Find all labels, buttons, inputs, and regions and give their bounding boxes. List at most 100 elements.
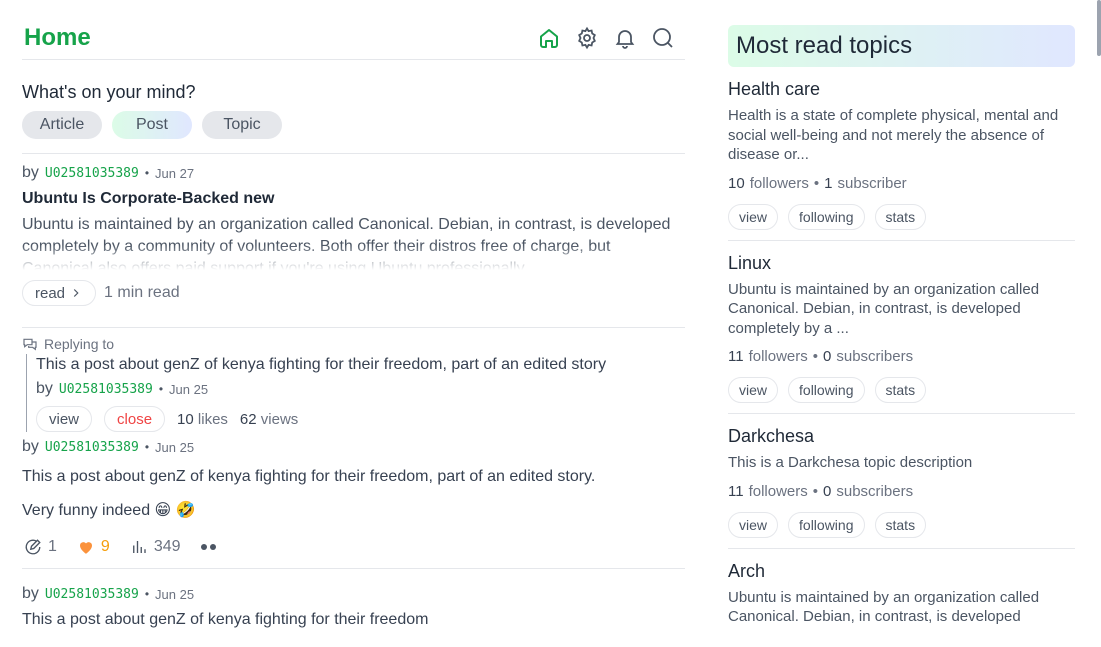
- topic-name[interactable]: Arch: [728, 561, 1075, 582]
- tab-article[interactable]: Article: [22, 111, 102, 139]
- read-time: 1 min read: [104, 284, 180, 301]
- post-meta: by U02581035389 • Jun 25: [22, 438, 685, 456]
- reply-count: 1: [48, 538, 57, 555]
- separator-dot: •: [158, 382, 164, 396]
- following-button[interactable]: following: [788, 511, 865, 538]
- replying-to-label: Replying to: [44, 336, 115, 352]
- post-sub: Very funny indeed 😁 🤣: [22, 502, 196, 519]
- bell-icon[interactable]: [613, 26, 637, 50]
- article-meta: by U02581035389 • Jun 27: [22, 164, 685, 182]
- likes-label: likes: [197, 410, 228, 428]
- followers-count: 11: [728, 482, 744, 500]
- replying-to-header: Replying to: [22, 336, 685, 352]
- like-stat[interactable]: 9: [77, 538, 110, 556]
- author-link[interactable]: U02581035389: [45, 587, 139, 602]
- read-button[interactable]: read: [22, 280, 97, 306]
- chat-icon: [23, 338, 37, 351]
- post-text[interactable]: This a post about genZ of kenya fighting…: [22, 468, 685, 486]
- tab-post[interactable]: Post: [112, 111, 192, 139]
- home-icon[interactable]: [537, 26, 561, 50]
- composer-question: What's on your mind?: [22, 82, 196, 102]
- chevron-right-icon: [73, 289, 79, 297]
- stats-button[interactable]: stats: [874, 511, 927, 538]
- separator-dot: •: [812, 348, 819, 365]
- view-button[interactable]: view: [728, 203, 779, 230]
- by-label: by: [36, 380, 53, 397]
- subscribers-count: 1: [824, 174, 833, 192]
- author-link[interactable]: U02581035389: [45, 166, 139, 181]
- post-date: Jun 25: [155, 439, 195, 455]
- views-stat: 62 views: [240, 411, 298, 428]
- following-button[interactable]: following: [788, 377, 865, 403]
- composer-tabs: Article Post Topic: [22, 111, 685, 139]
- topic-card: Arch Ubuntu is maintained by an organiza…: [728, 549, 1075, 637]
- likes-count: 10: [177, 410, 194, 428]
- view-stat: 349: [130, 538, 181, 556]
- topic-name[interactable]: Health care: [728, 79, 1075, 100]
- post-text[interactable]: This a post about genZ of kenya fighting…: [22, 611, 685, 629]
- post-stats: 1 9 349: [22, 538, 685, 568]
- search-icon[interactable]: [651, 26, 675, 50]
- heart-icon: [79, 542, 92, 554]
- topic-name[interactable]: Linux: [728, 253, 1075, 274]
- composer: What's on your mind? Article Post Topic: [22, 60, 685, 154]
- topic-actions: view following stats: [728, 203, 1075, 230]
- sidebar-title: Most read topics: [728, 25, 1075, 67]
- author-link[interactable]: U02581035389: [45, 440, 139, 455]
- tab-topic[interactable]: Topic: [202, 111, 282, 139]
- subscribers-label: subscribers: [836, 348, 914, 365]
- subscribers-count: 0: [823, 348, 832, 365]
- header-icons: [537, 26, 675, 50]
- subscribers-label: subscriber: [837, 174, 907, 192]
- separator-dot: •: [812, 482, 819, 500]
- more-options-icon[interactable]: [200, 544, 216, 550]
- view-button[interactable]: view: [728, 511, 779, 538]
- quoted-text[interactable]: This a post about genZ of kenya fighting…: [36, 354, 685, 376]
- topic-description: Ubuntu is maintained by an organization …: [728, 280, 1040, 337]
- topic-actions: view following stats: [728, 511, 1075, 538]
- by-label: by: [22, 585, 39, 602]
- stats-button[interactable]: stats: [874, 377, 927, 403]
- page-title: Home: [24, 23, 91, 51]
- views-count: 62: [239, 410, 257, 428]
- views-label: views: [260, 410, 299, 428]
- view-count: 349: [153, 538, 181, 555]
- topic-card: Darkchesa This is a Darkchesa topic desc…: [728, 414, 1075, 549]
- topic-name[interactable]: Darkchesa: [728, 426, 1075, 447]
- gear-icon[interactable]: [575, 26, 599, 50]
- separator-dot: •: [144, 166, 150, 180]
- main-feed: Home What's on your mind? Article Post T…: [22, 0, 685, 647]
- article-card: by U02581035389 • Jun 27 Ubuntu Is Corpo…: [22, 154, 685, 328]
- post-date: Jun 25: [155, 586, 195, 602]
- view-button[interactable]: view: [728, 377, 779, 403]
- separator-dot: •: [813, 174, 820, 192]
- read-label: read: [35, 284, 66, 302]
- view-button[interactable]: view: [36, 406, 93, 432]
- article-title[interactable]: Ubuntu Is Corporate-Backed new: [22, 190, 685, 208]
- article-body: Ubuntu is maintained by an organization …: [22, 216, 671, 270]
- by-label: by: [22, 438, 39, 455]
- like-count: 9: [100, 538, 110, 555]
- followers-label: followers: [748, 482, 808, 500]
- close-button[interactable]: close: [104, 406, 166, 432]
- stats-button[interactable]: stats: [874, 203, 927, 230]
- quoted-actions: view close 10 likes 62 views: [36, 406, 685, 432]
- reply-block: Replying to This a post about genZ of ke…: [22, 328, 685, 432]
- post-card: by U02581035389 • Jun 25 This a post abo…: [22, 569, 685, 629]
- separator-dot: •: [144, 440, 150, 454]
- topic-stats: 11 followers • 0 subscribers: [728, 483, 1075, 500]
- quoted-meta: by U02581035389 • Jun 25: [36, 380, 685, 398]
- topic-description: This is a Darkchesa topic description: [728, 454, 973, 471]
- subscribers-label: subscribers: [836, 482, 914, 500]
- topic-card: Linux Ubuntu is maintained by an organiz…: [728, 241, 1075, 414]
- topics-sidebar: Most read topics Health care Health is a…: [728, 0, 1075, 647]
- separator-dot: •: [144, 587, 150, 601]
- following-button[interactable]: following: [788, 203, 865, 230]
- scrollbar[interactable]: [1097, 0, 1101, 56]
- topic-description: Ubuntu is maintained by an organization …: [728, 588, 1040, 626]
- subscribers-count: 0: [823, 482, 832, 500]
- author-link[interactable]: U02581035389: [59, 382, 153, 397]
- page-header: Home: [22, 0, 685, 60]
- reply-stat[interactable]: 1: [24, 538, 57, 556]
- topic-actions: view following stats: [728, 377, 1075, 403]
